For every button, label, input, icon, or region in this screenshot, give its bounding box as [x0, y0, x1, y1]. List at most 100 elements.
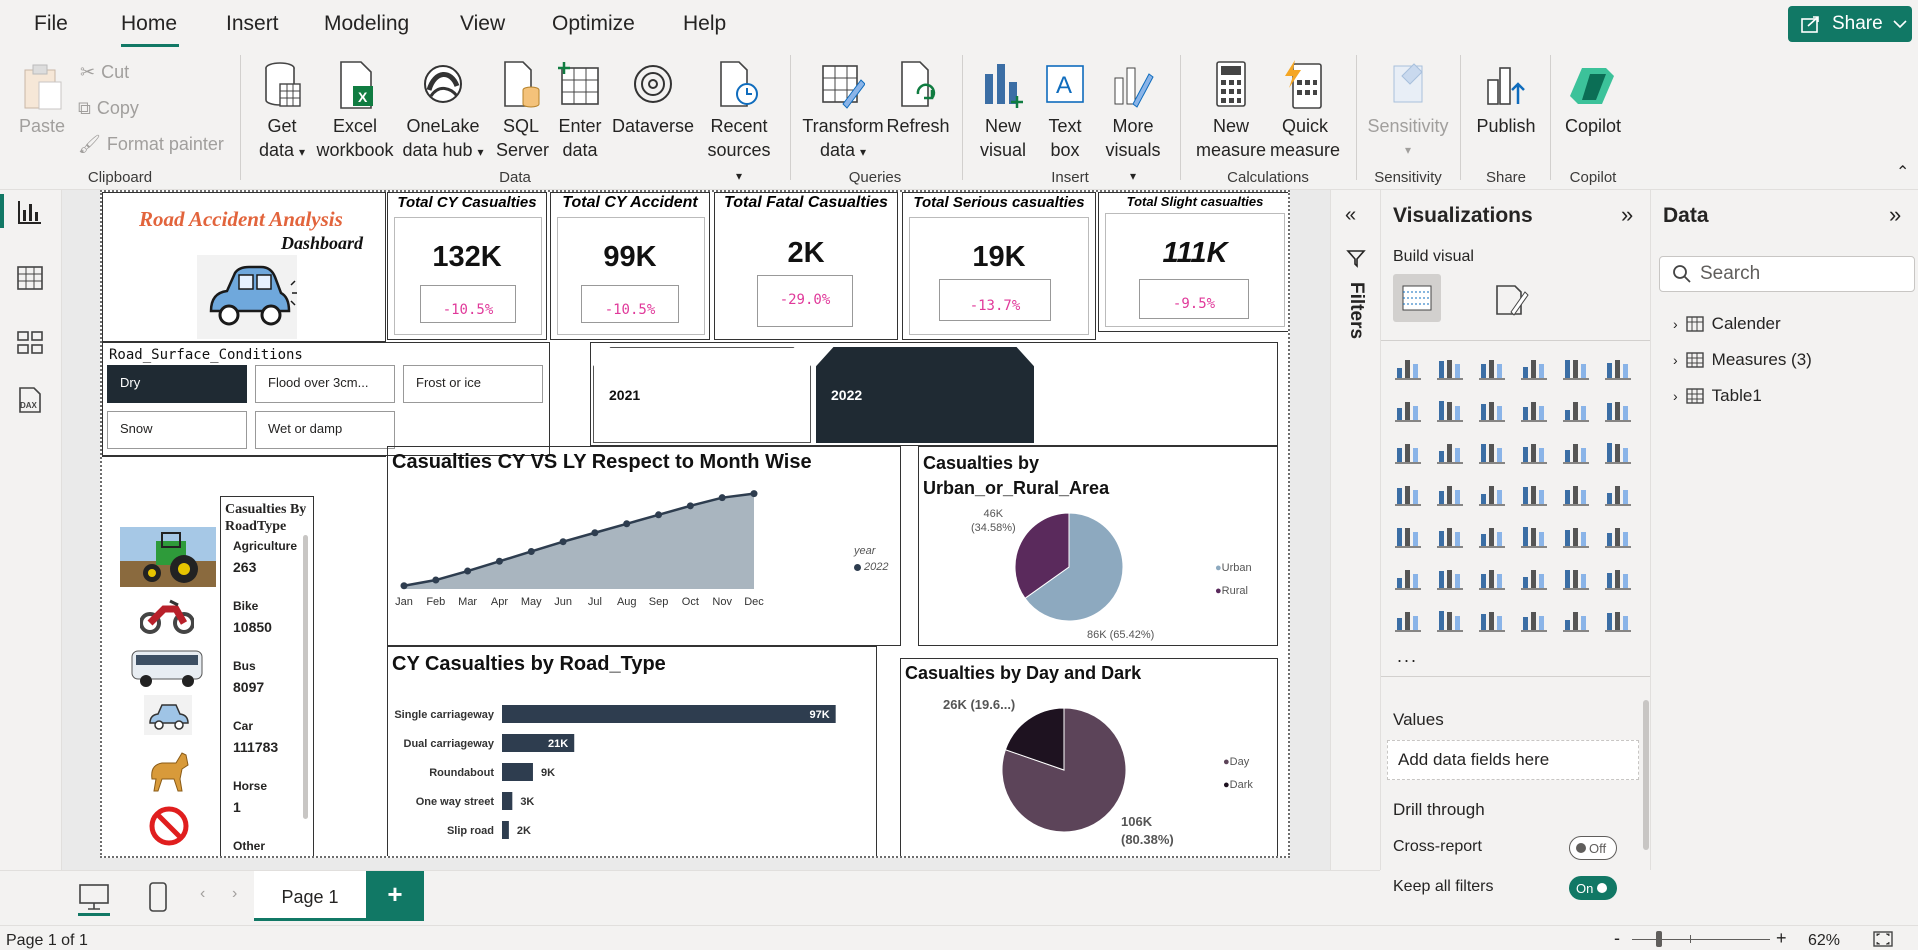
more-visuals-ellipsis[interactable]: ... — [1397, 646, 1418, 667]
list-item[interactable]: Bike 10850 — [233, 599, 297, 659]
pie-icon[interactable] — [1519, 436, 1551, 468]
matrix-icon[interactable] — [1561, 520, 1593, 552]
share-button[interactable]: Share — [1788, 6, 1912, 42]
slicer-chip-dry[interactable]: Dry — [107, 365, 247, 403]
recent-sources-button[interactable]: Recent sources ▾ — [704, 60, 774, 188]
kpi-icon[interactable] — [1435, 520, 1467, 552]
clustered-column-icon[interactable] — [1519, 352, 1551, 384]
list-item[interactable]: Bus 8097 — [233, 659, 297, 719]
report-view-icon[interactable] — [16, 198, 44, 226]
keep-filters-toggle[interactable]: On — [1569, 876, 1617, 900]
collapse-data-icon[interactable]: » — [1889, 202, 1901, 228]
key-influencers-icon[interactable] — [1435, 562, 1467, 594]
more-icon[interactable] — [1603, 604, 1635, 636]
multirow-card-icon[interactable] — [1393, 520, 1425, 552]
list-item[interactable]: Agriculture 263 — [233, 539, 297, 599]
new-card-icon[interactable] — [1435, 604, 1467, 636]
clustered-bar-icon[interactable] — [1477, 352, 1509, 384]
qa-icon[interactable] — [1519, 562, 1551, 594]
sensitivity-button[interactable]: Sensitivity ▾ — [1364, 60, 1452, 162]
copy-button[interactable]: ⧉ Copy — [78, 98, 139, 119]
cut-button[interactable]: ✂ Cut — [80, 62, 129, 83]
search-box[interactable]: Search — [1659, 256, 1915, 292]
build-visual-tab[interactable] — [1393, 274, 1441, 322]
slicer-icon[interactable] — [1477, 520, 1509, 552]
format-visual-icon[interactable] — [1493, 282, 1529, 318]
power-automate-icon[interactable] — [1561, 604, 1593, 636]
publish-button[interactable]: Publish — [1470, 60, 1542, 138]
treemap-icon[interactable] — [1603, 436, 1635, 468]
page-tab-1[interactable]: Page 1 — [254, 871, 366, 921]
zoom-slider-track[interactable] — [1632, 939, 1770, 940]
menu-home[interactable]: Home — [121, 12, 177, 36]
python-visual-icon[interactable] — [1393, 562, 1425, 594]
menu-help[interactable]: Help — [683, 12, 726, 36]
fit-to-page-icon[interactable] — [1872, 930, 1894, 948]
waterfall-icon[interactable] — [1393, 436, 1425, 468]
desktop-layout-icon[interactable] — [78, 883, 110, 911]
tree-item-measures[interactable]: › Measures (3) — [1673, 350, 1812, 370]
paste-button[interactable]: Paste — [18, 62, 66, 138]
menu-modeling[interactable]: Modeling — [324, 12, 409, 36]
paginated-report-icon[interactable] — [1393, 604, 1425, 636]
decomposition-tree-icon[interactable] — [1477, 562, 1509, 594]
copilot-button[interactable]: Copilot — [1558, 60, 1628, 138]
quick-measure-button[interactable]: Quick measure — [1268, 60, 1342, 162]
new-slicer-icon[interactable] — [1477, 604, 1509, 636]
zoom-out-button[interactable]: - — [1614, 928, 1620, 949]
next-page-icon[interactable]: › — [232, 885, 237, 903]
new-visual-button[interactable]: New visual — [976, 60, 1030, 162]
sql-server-button[interactable]: SQL Server — [496, 60, 549, 162]
kpi-card-slight[interactable]: Total Slight casualties 111K -9.5% — [1098, 192, 1288, 332]
mobile-layout-icon[interactable] — [148, 881, 168, 913]
table-view-icon[interactable] — [16, 264, 44, 292]
scatter-icon[interactable] — [1477, 436, 1509, 468]
excel-workbook-button[interactable]: X Excel workbook — [314, 60, 396, 162]
enter-data-button[interactable]: Enter data — [556, 60, 604, 162]
list-item[interactable]: Horse 1 — [233, 779, 297, 839]
bar-chart-visual[interactable]: CY Casualties by Road_Type Single carria… — [387, 646, 877, 856]
model-view-icon[interactable] — [16, 328, 44, 356]
tree-item-table1[interactable]: › Table1 — [1673, 386, 1762, 406]
funnel-icon[interactable] — [1435, 436, 1467, 468]
text-box-button[interactable]: A Text box — [1038, 60, 1092, 162]
kpi-card-fatal[interactable]: Total Fatal Casualties 2K -29.0% — [714, 192, 898, 340]
menu-insert[interactable]: Insert — [226, 12, 279, 36]
gauge-icon[interactable] — [1561, 478, 1593, 510]
menu-file[interactable]: File — [34, 12, 68, 36]
viz-scrollbar[interactable] — [1643, 700, 1649, 850]
transform-data-button[interactable]: Transform data ▾ — [800, 60, 886, 164]
line-clustered-icon[interactable] — [1561, 394, 1593, 426]
dax-query-view-icon[interactable]: DAX — [16, 386, 44, 414]
dataverse-button[interactable]: Dataverse — [612, 60, 694, 138]
zoom-in-button[interactable]: + — [1776, 928, 1787, 949]
filled-map-icon[interactable] — [1435, 478, 1467, 510]
smart-narrative-icon[interactable] — [1561, 562, 1593, 594]
kpi-card-cy-casualties[interactable]: Total CY Casualties 132K -10.5% — [387, 192, 547, 340]
ribbon-chart-icon[interactable] — [1603, 394, 1635, 426]
line-chart-visual[interactable]: Casualties CY VS LY Respect to Month Wis… — [387, 446, 901, 646]
stacked-bar-icon[interactable] — [1393, 352, 1425, 384]
kpi-card-serious[interactable]: Total Serious casualties 19K -13.7% — [902, 192, 1096, 340]
menu-view[interactable]: View — [460, 12, 505, 36]
list-item[interactable]: Car 111783 — [233, 719, 297, 779]
slicer-chip-wet[interactable]: Wet or damp — [255, 411, 395, 449]
new-measure-button[interactable]: New measure — [1194, 60, 1268, 162]
100-column-icon[interactable] — [1603, 352, 1635, 384]
r-visual-icon[interactable] — [1603, 520, 1635, 552]
goals-icon[interactable] — [1603, 562, 1635, 594]
get-data-button[interactable]: Get data ▾ — [256, 60, 308, 164]
prev-page-icon[interactable]: ‹ — [200, 885, 205, 903]
shape-map-icon[interactable] — [1477, 478, 1509, 510]
cross-report-toggle[interactable]: Off — [1569, 836, 1617, 860]
power-apps-icon[interactable] — [1519, 604, 1551, 636]
refresh-button[interactable]: Refresh — [886, 60, 950, 138]
table-icon[interactable] — [1519, 520, 1551, 552]
slicer-chip-flood[interactable]: Flood over 3cm... — [255, 365, 395, 403]
collapse-ribbon-icon[interactable]: ⌃ — [1896, 162, 1909, 182]
map-icon[interactable] — [1393, 478, 1425, 510]
add-page-button[interactable]: + — [366, 871, 424, 921]
pie-day-dark-visual[interactable]: Casualties by Day and Dark 26K (19.6...)… — [900, 658, 1278, 856]
list-scrollbar[interactable] — [303, 535, 308, 819]
area-chart-icon[interactable] — [1435, 394, 1467, 426]
